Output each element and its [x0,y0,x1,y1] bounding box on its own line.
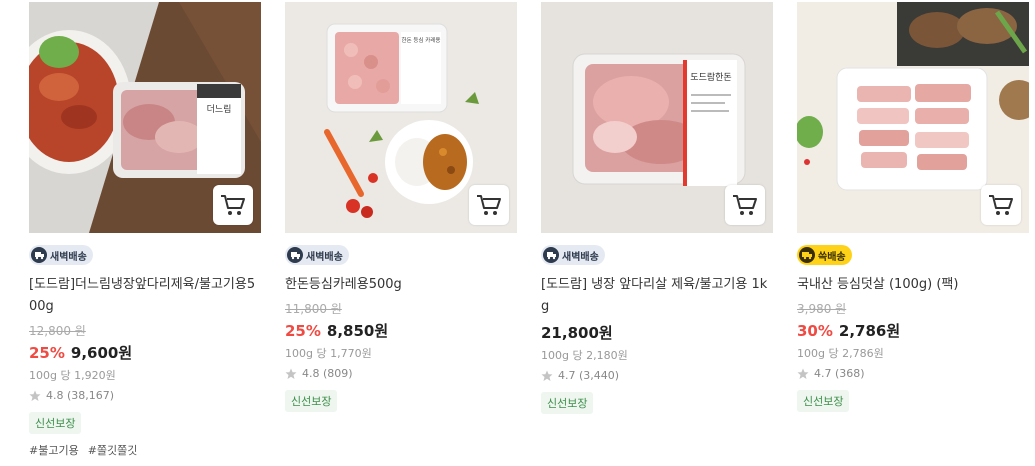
delivery-badge: 쓱배송 [797,245,852,265]
delivery-badge-label: 새벽배송 [306,251,343,263]
product-image[interactable] [797,2,1029,233]
sale-price: 21,800원 [541,324,613,342]
fresh-guarantee-label: 신선보장 [797,390,850,412]
fresh-guarantee-label: 신선보장 [541,392,594,414]
product-image[interactable]: 더느림 [29,2,261,233]
sale-price: 8,850원 [326,322,389,340]
cart-icon [221,195,245,215]
delivery-badge: 새벽배송 [285,245,349,265]
price-row: 21,800원 [541,322,773,343]
rating: 4.8 (38,167) [29,389,261,402]
add-to-cart-button[interactable] [981,185,1021,225]
delivery-badge: 새벽배송 [29,245,93,265]
cart-icon [477,195,501,215]
dawn-truck-icon [543,247,559,263]
delivery-badge-label: 쓱배송 [818,251,846,263]
unit-price: 100g 당 1,920원 [29,369,116,382]
fast-truck-icon [799,247,815,263]
product-card[interactable]: 쓱배송 국내산 등심덧살 (100g) (팩) 3,980 원 30% 2,786… [797,2,1029,412]
package-label: 도드람한돈 [690,71,731,83]
star-icon [541,370,553,381]
add-to-cart-button[interactable] [469,185,509,225]
star-icon [29,390,41,401]
delivery-badge-label: 새벽배송 [50,251,87,263]
product-name[interactable]: 한돈등심카레용500g [285,274,517,296]
sale-price: 2,786원 [838,322,901,340]
product-grid: 더느림 새벽배송 [도드람]더느림냉장앞다리제육/불고기용500g 12,800… [0,0,1035,466]
product-name[interactable]: 국내산 등심덧살 (100g) (팩) [797,274,1029,296]
star-icon [797,368,809,379]
product-name[interactable]: [도드람] 냉장 앞다리살 제육/불고기용 1kg [541,274,773,318]
tag-list: #불고기용 #쫄깃쫄깃 [29,442,261,458]
star-icon [285,368,297,379]
product-card[interactable]: 한돈 등심 카레용 새벽배송 한돈등심카레용500g 11,800 원 25% … [285,2,517,412]
delivery-badge-label: 새벽배송 [562,251,599,263]
unit-price: 100g 당 1,770원 [285,347,372,360]
add-to-cart-button[interactable] [725,185,765,225]
dawn-truck-icon [31,247,47,263]
original-price: 12,800 원 [29,324,86,338]
fresh-guarantee-label: 신선보장 [29,412,82,434]
product-card[interactable]: 도드람한돈 새벽배송 [도드람] 냉장 앞다리살 제육/불고기용 1kg 21,… [541,2,773,414]
product-name[interactable]: [도드람]더느림냉장앞다리제육/불고기용500g [29,274,261,318]
sale-price: 9,600원 [70,344,133,362]
price-row: 25% 8,850원 [285,320,517,341]
discount-rate: 30% [797,322,833,340]
unit-price: 100g 당 2,180원 [541,349,628,362]
rating: 4.8 (809) [285,367,517,380]
cart-icon [733,195,757,215]
rating-text: 4.8 (809) [302,367,353,380]
discount-rate: 25% [285,322,321,340]
product-image[interactable]: 도드람한돈 [541,2,773,233]
product-card[interactable]: 더느림 새벽배송 [도드람]더느림냉장앞다리제육/불고기용500g 12,800… [29,2,261,458]
price-row: 30% 2,786원 [797,320,1029,341]
delivery-badge: 새벽배송 [541,245,605,265]
discount-rate: 25% [29,344,65,362]
rating-text: 4.8 (38,167) [46,389,115,402]
dawn-truck-icon [287,247,303,263]
tag[interactable]: #쫄깃쫄깃 [88,444,138,457]
product-image[interactable]: 한돈 등심 카레용 [285,2,517,233]
original-price: 3,980 원 [797,302,847,316]
package-label: 한돈 등심 카레용 [402,36,441,44]
rating: 4.7 (368) [797,367,1029,380]
tag[interactable]: #불고기용 [29,444,79,457]
rating-text: 4.7 (368) [814,367,865,380]
original-price: 11,800 원 [285,302,342,316]
fresh-guarantee-label: 신선보장 [285,390,338,412]
rating: 4.7 (3,440) [541,369,773,382]
price-row: 25% 9,600원 [29,342,261,363]
package-label: 더느림 [207,103,232,115]
add-to-cart-button[interactable] [213,185,253,225]
cart-icon [989,195,1013,215]
rating-text: 4.7 (3,440) [558,369,620,382]
unit-price: 100g 당 2,786원 [797,347,884,360]
